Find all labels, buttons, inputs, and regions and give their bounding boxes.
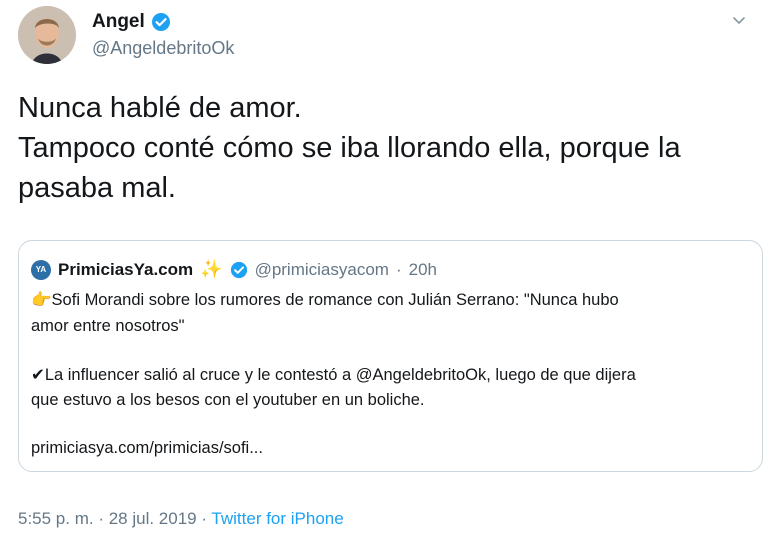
avatar-image (18, 6, 76, 64)
tweet-footer: 5:55 p. m. · 28 jul. 2019 · Twitter for … (18, 509, 344, 529)
quoted-avatar[interactable]: YA (31, 259, 51, 280)
quoted-text: La influencer salió al cruce y le contes… (44, 366, 636, 384)
quoted-text: Sofi Morandi sobre los rumores de romanc… (51, 291, 619, 309)
tweet-text-line: pasaba mal. (18, 172, 176, 204)
tweet-source-link[interactable]: Twitter for iPhone (211, 509, 343, 528)
quoted-text-line: 👉Sofi Morandi sobre los rumores de roman… (31, 291, 619, 310)
author-name[interactable]: Angel (92, 11, 171, 33)
tweet-timestamp[interactable]: 5:55 p. m. · 28 jul. 2019 · (18, 509, 211, 528)
sparkles-icon: ✨ (200, 259, 223, 279)
separator-dot: · (395, 259, 402, 279)
quoted-author-name[interactable]: PrimiciasYa.com (58, 260, 193, 280)
author-avatar[interactable] (18, 6, 76, 64)
verified-badge-icon (151, 12, 171, 32)
quoted-tweet[interactable]: YA PrimiciasYa.com ✨ @primiciasyacom · 2… (18, 240, 763, 472)
author-name-text[interactable]: Angel (92, 11, 145, 33)
chevron-down-icon[interactable] (729, 10, 749, 30)
tweet-text-line: Tampoco conté cómo se iba llorando ella,… (18, 132, 681, 164)
author-handle[interactable]: @AngeldebritoOk (92, 38, 234, 59)
tweet-text: Nunca hablé de amor. Tampoco conté cómo … (18, 88, 748, 208)
quoted-text-line: que estuvo a los besos con el youtuber e… (31, 391, 425, 409)
quoted-link[interactable]: primiciasya.com/primicias/sofi... (31, 439, 263, 458)
pointing-hand-icon: 👉 (31, 291, 52, 309)
check-mark-icon: ✔ (31, 366, 45, 384)
quoted-text-line: amor entre nosotros" (31, 317, 185, 335)
quoted-text-line: ✔La influencer salió al cruce y le conte… (31, 365, 636, 385)
tweet-card: Angel @AngeldebritoOk Nunca hablé de amo… (0, 0, 767, 542)
quoted-tweet-header: YA PrimiciasYa.com ✨ @primiciasyacom · 2… (31, 259, 437, 280)
verified-badge-icon (230, 261, 248, 279)
quoted-author-handle[interactable]: @primiciasyacom (255, 260, 389, 280)
quoted-timestamp[interactable]: 20h (409, 260, 437, 280)
tweet-text-line: Nunca hablé de amor. (18, 92, 302, 124)
